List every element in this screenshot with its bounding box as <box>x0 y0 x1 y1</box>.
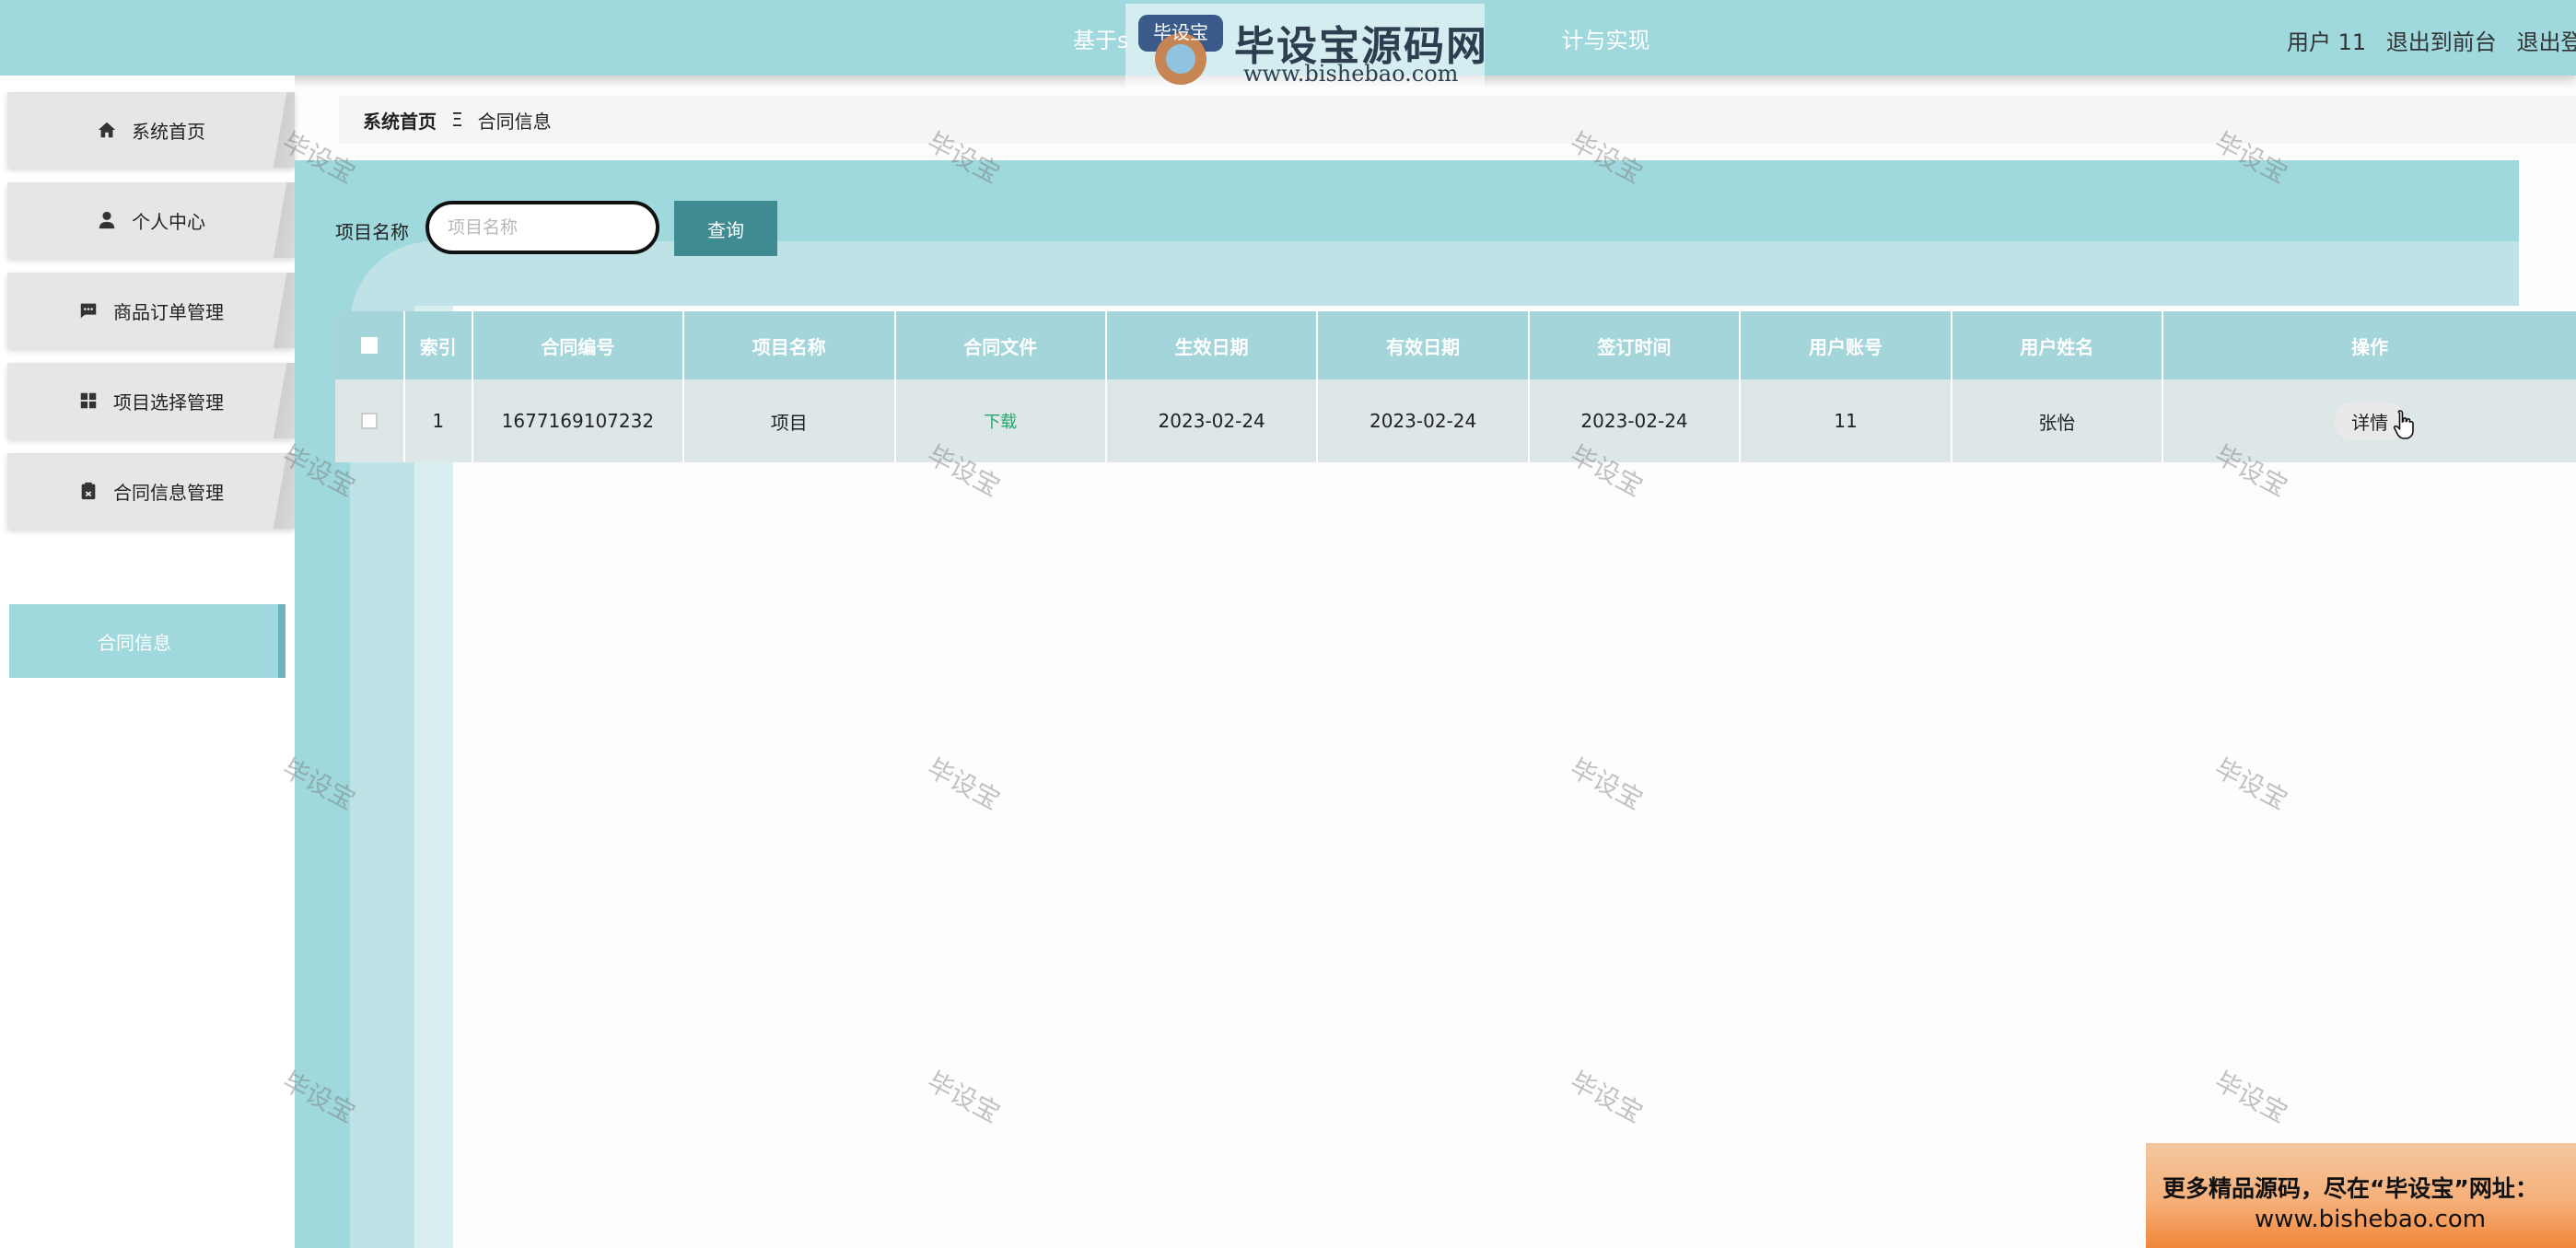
cell-contract-file: 下载 <box>896 379 1107 462</box>
sidebar-item-label: 系统首页 <box>132 120 205 143</box>
cell-user-account: 11 <box>1741 379 1952 462</box>
column-header: 签订时间 <box>1530 311 1742 379</box>
sidebar-item-label: 项目选择管理 <box>113 391 224 414</box>
header-checkbox-cell <box>335 311 405 379</box>
hand-cursor-icon <box>2393 410 2414 439</box>
grid-icon <box>80 392 97 409</box>
search-label: 项目名称 <box>335 221 409 243</box>
breadcrumb-current: 合同信息 <box>477 110 552 133</box>
sidebar-item-label: 商品订单管理 <box>113 300 224 323</box>
column-header: 操作 <box>2351 335 2389 358</box>
cell-user-name: 张怡 <box>1952 379 2164 462</box>
back-to-front-link[interactable]: 退出到前台 <box>2386 29 2497 55</box>
sidebar-subitem-contract-info[interactable]: 合同信息 <box>9 604 286 678</box>
logo-url-text: www.bishebao.com <box>1243 61 1459 87</box>
user-icon <box>99 211 115 229</box>
contract-table: 索引 合同编号 项目名称 合同文件 生效日期 有效日期 签订时间 用户账号 用户… <box>335 311 2576 462</box>
column-header: 用户姓名 <box>1952 311 2164 379</box>
sidebar-item-label: 合同信息管理 <box>113 481 224 504</box>
sidebar-item-orders[interactable]: 商品订单管理 <box>7 273 295 348</box>
app-title-end: 计与实现 <box>1561 28 1650 53</box>
sidebar-item-projects[interactable]: 项目选择管理 <box>7 363 295 438</box>
user-menu: 用户 11 退出到前台 退出登录 <box>2287 24 2576 56</box>
cell-start-date: 2023-02-24 <box>1107 379 1319 462</box>
promo-url: www.bishebao.com <box>2255 1206 2487 1233</box>
search-input[interactable] <box>425 201 659 254</box>
cell-project-name: 项目 <box>684 379 896 462</box>
column-header: 用户账号 <box>1741 311 1952 379</box>
row-checkbox-cell <box>335 379 405 462</box>
home-icon <box>98 122 116 138</box>
sidebar-item-profile[interactable]: 个人中心 <box>7 182 295 258</box>
column-header: 有效日期 <box>1318 311 1530 379</box>
search-button[interactable]: 查询 <box>674 201 777 256</box>
sidebar-item-contracts[interactable]: 合同信息管理 <box>7 453 295 529</box>
logout-link[interactable]: 退出登录 <box>2516 29 2576 55</box>
select-all-checkbox[interactable] <box>360 337 378 354</box>
column-header: 生效日期 <box>1107 311 1319 379</box>
user-label: 用户 11 <box>2287 29 2367 55</box>
cell-index: 1 <box>405 379 473 462</box>
logo-badge-icon: 毕设宝 <box>1135 9 1227 87</box>
cell-valid-date: 2023-02-24 <box>1318 379 1530 462</box>
chat-icon <box>80 303 97 319</box>
promo-banner: 更多精品源码，尽在“毕设宝”网址： www.bishebao.com <box>2146 1143 2576 1248</box>
logo-badge-text: 毕设宝 <box>1153 21 1208 43</box>
clipboard-icon <box>81 482 96 500</box>
sidebar: 系统首页 个人中心 商品订单管理 项目选择管理 合同信息管理 合同信息 <box>0 76 295 1248</box>
column-header: 项目名称 <box>684 311 896 379</box>
table-header-row: 索引 合同编号 项目名称 合同文件 生效日期 有效日期 签订时间 用户账号 用户… <box>335 311 2576 379</box>
breadcrumb-home[interactable]: 系统首页 <box>363 107 437 134</box>
sidebar-item-home[interactable]: 系统首页 <box>7 92 295 168</box>
cell-signed-time: 2023-02-24 <box>1530 379 1742 462</box>
site-logo: 毕设宝 毕设宝源码网 www.bishebao.com <box>1125 4 1486 88</box>
column-header: 合同编号 <box>473 311 685 379</box>
sidebar-item-label: 个人中心 <box>132 210 205 233</box>
cell-contract-no: 1677169107232 <box>473 379 685 462</box>
download-link[interactable]: 下载 <box>984 409 1017 433</box>
row-checkbox[interactable] <box>360 413 378 429</box>
breadcrumb-separator: Ξ <box>451 109 463 131</box>
app-title-start: 基于s <box>1073 28 1129 53</box>
column-header: 索引 <box>405 311 473 379</box>
promo-text: 更多精品源码，尽在“毕设宝”网址： <box>2162 1175 2538 1202</box>
column-header: 合同文件 <box>896 311 1107 379</box>
